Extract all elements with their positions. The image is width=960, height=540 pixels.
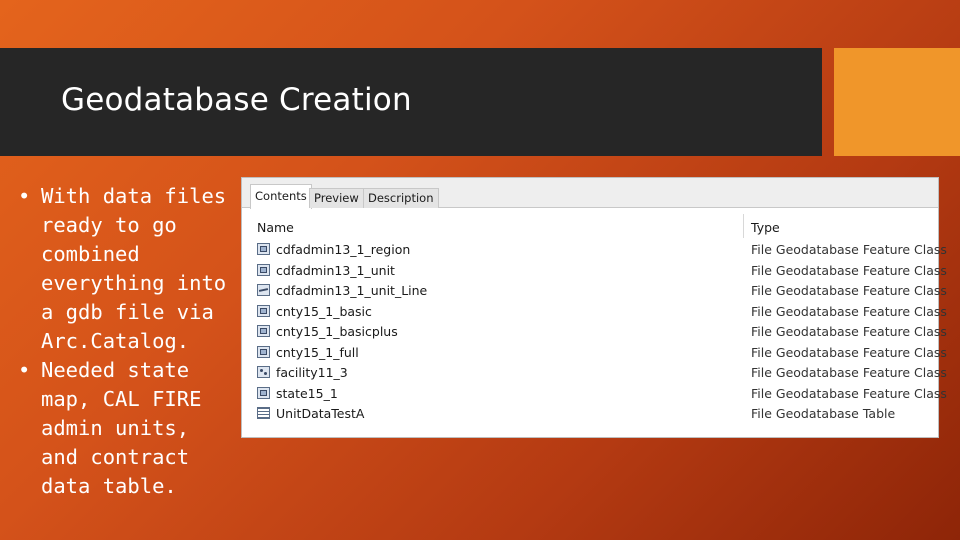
item-name: cnty15_1_basicplus (276, 324, 398, 339)
item-name: cdfadmin13_1_region (276, 242, 411, 257)
item-type: File Geodatabase Feature Class (751, 344, 947, 360)
item-type: File Geodatabase Feature Class (751, 385, 947, 401)
polygon-feature-class-icon (257, 304, 270, 317)
item-type: File Geodatabase Feature Class (751, 324, 947, 339)
item-name: cdfadmin13_1_unit (276, 262, 395, 278)
bullet-item: • With data files ready to go combined e… (18, 182, 233, 356)
item-type: File Geodatabase Table (751, 406, 896, 421)
item-type: File Geodatabase Feature Class (751, 303, 947, 319)
column-header-name[interactable]: Name (257, 220, 294, 235)
column-header-type[interactable]: Type (751, 220, 780, 235)
polygon-feature-class-icon (257, 386, 270, 399)
item-name: UnitDataTestA (276, 406, 365, 421)
list-item[interactable]: state15_1 File Geodatabase Feature Class (242, 384, 947, 405)
tab-strip: Contents Preview Description (242, 178, 938, 209)
bullet-symbol: • (18, 184, 31, 208)
item-type: File Geodatabase Feature Class (751, 262, 947, 278)
item-name: cnty15_1_full (276, 344, 359, 360)
column-divider[interactable] (743, 214, 744, 238)
tab-preview[interactable]: Preview (309, 188, 364, 208)
item-name: cdfadmin13_1_unit_Line (276, 283, 428, 298)
bullet-text: With data files ready to go combined eve… (41, 184, 227, 353)
bullet-text: Needed state map, CAL FIRE admin units, … (41, 358, 202, 498)
tab-contents[interactable]: Contents (250, 184, 312, 209)
slide-title: Geodatabase Creation (61, 82, 412, 118)
list-item[interactable]: cdfadmin13_1_region File Geodatabase Feat… (242, 240, 947, 261)
list-item[interactable]: facility11_3 File Geodatabase Feature Cla… (242, 363, 947, 384)
bullet-list: • With data files ready to go combined e… (18, 182, 233, 501)
polygon-feature-class-icon (257, 243, 270, 255)
column-header-row: Name Type (242, 214, 938, 240)
accent-block (834, 48, 960, 156)
list-item[interactable]: UnitDataTestA File Geodatabase Table (242, 404, 938, 425)
bullet-symbol: • (18, 358, 31, 382)
polygon-feature-class-icon (257, 325, 270, 337)
item-name: facility11_3 (276, 365, 348, 380)
list-item[interactable]: cnty15_1_full File Geodatabase Feature Cl… (242, 343, 947, 364)
polygon-feature-class-icon (257, 345, 270, 358)
list-item[interactable]: cnty15_1_basic File Geodatabase Feature C… (242, 302, 947, 323)
bullet-item: • Needed state map, CAL FIRE admin units… (18, 356, 233, 501)
contents-list: cdfadmin13_1_region File Geodatabase Feat… (242, 240, 947, 425)
table-icon (257, 407, 270, 419)
item-type: File Geodatabase Feature Class (751, 365, 947, 380)
line-feature-class-icon (257, 284, 270, 296)
item-type: File Geodatabase Feature Class (751, 242, 947, 257)
list-item[interactable]: cnty15_1_basicplus File Geodatabase Featu… (242, 322, 947, 343)
item-name: cnty15_1_basic (276, 303, 372, 319)
list-item[interactable]: cdfadmin13_1_unit File Geodatabase Featur… (242, 261, 947, 282)
polygon-feature-class-icon (257, 263, 270, 276)
arccatalog-contents-panel: Contents Preview Description Name Type c… (241, 177, 947, 438)
item-type: File Geodatabase Feature Class (751, 283, 947, 298)
item-name: state15_1 (276, 385, 338, 401)
tab-description[interactable]: Description (363, 188, 439, 208)
point-feature-class-icon (257, 366, 270, 378)
list-item[interactable]: cdfadmin13_1_unit_Line File Geodatabase F… (242, 281, 947, 302)
